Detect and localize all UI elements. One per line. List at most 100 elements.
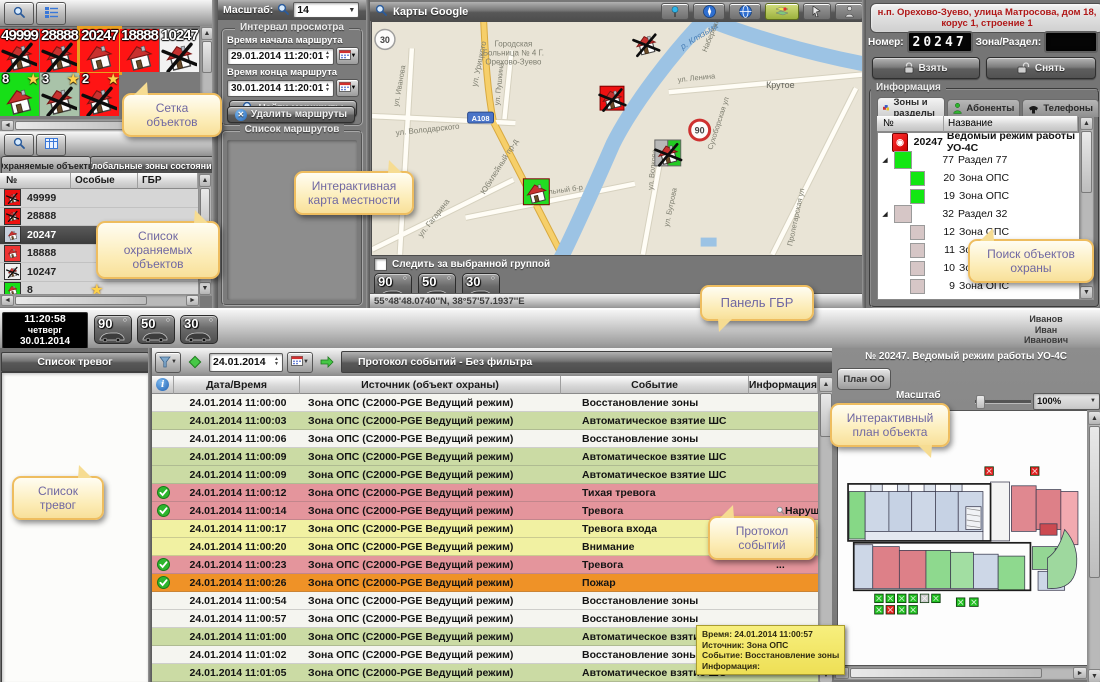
tab-subscribers[interactable]: Абоненты: [947, 99, 1020, 117]
object-tile[interactable]: 3★: [40, 73, 79, 116]
gbr-radius-button[interactable]: 30○: [180, 315, 218, 344]
zone-tree-row[interactable]: 20Зона ОПС: [878, 169, 1079, 187]
interactive-map[interactable]: A108ГородскаяБольница № 4 Г.Орехово-Зуев…: [372, 22, 862, 255]
plan-room[interactable]: [849, 492, 865, 540]
routes-list[interactable]: [227, 140, 357, 300]
protocol-row[interactable]: 24.01.2014 11:00:12Зона ОПС (C2000-PGE В…: [152, 484, 818, 502]
plan-zone-marker[interactable]: [897, 606, 906, 615]
plan-horizontal-scrollbar[interactable]: ◄►: [834, 666, 1088, 680]
object-tile[interactable]: 20247: [80, 29, 119, 72]
tab-phones[interactable]: Телефоны: [1022, 99, 1099, 117]
object-tile[interactable]: 18888: [120, 29, 159, 72]
plan-room[interactable]: [865, 531, 983, 541]
tab-plan-oo[interactable]: План ОО: [837, 368, 891, 390]
list-table-button[interactable]: [36, 134, 66, 156]
grid-search-button[interactable]: [4, 2, 34, 25]
plan-room[interactable]: [973, 554, 998, 588]
grid-view-button[interactable]: [36, 2, 66, 25]
protocol-row[interactable]: 24.01.2014 11:00:00Зона ОПС (C2000-PGE В…: [152, 394, 818, 412]
object-tile[interactable]: 8★: [0, 73, 39, 116]
map-object-marker[interactable]: [523, 179, 549, 205]
object-tile[interactable]: 28888: [40, 29, 79, 72]
plan-zone-marker[interactable]: [932, 594, 941, 603]
plan-room[interactable]: [865, 492, 889, 532]
gbr-radius-button[interactable]: 50○: [137, 315, 175, 344]
prev-events-button[interactable]: [185, 353, 205, 372]
plan-room[interactable]: [1011, 486, 1036, 532]
column-gbr[interactable]: ГБР: [138, 173, 198, 189]
plan-room[interactable]: [871, 484, 882, 492]
floor-plan-view[interactable]: [837, 410, 1088, 666]
plan-room[interactable]: [926, 550, 951, 588]
zone-tree-row[interactable]: ◉20247Ведомый режим работы УО-4С: [878, 133, 1079, 151]
alarm-list[interactable]: [1, 372, 149, 682]
map-pin-button[interactable]: [661, 3, 689, 20]
plan-room[interactable]: [951, 484, 962, 492]
plan-zone-marker[interactable]: [920, 594, 929, 603]
map-search-icon[interactable]: [375, 4, 387, 19]
object-tile[interactable]: 10247: [160, 29, 199, 72]
slider-thumb[interactable]: [976, 395, 985, 409]
protocol-row[interactable]: 24.01.2014 11:00:26Зона ОПС (C2000-PGE В…: [152, 574, 818, 592]
tree-expander[interactable]: ◢: [880, 156, 890, 164]
protocol-row[interactable]: 24.01.2014 11:00:06Зона ОПС (C2000-PGE В…: [152, 430, 818, 448]
plan-scale-select[interactable]: 100%▼: [1033, 393, 1100, 410]
protocol-row[interactable]: 24.01.2014 11:00:09Зона ОПС (C2000-PGE В…: [152, 466, 818, 484]
plan-room[interactable]: [912, 492, 936, 532]
objects-horizontal-scrollbar[interactable]: ◄►: [0, 294, 200, 307]
plan-room[interactable]: [1040, 524, 1057, 535]
protocol-calendar-button[interactable]: ▼: [287, 352, 313, 373]
route-start-input[interactable]: 29.01.2014 11:20:01▲▼: [227, 48, 334, 65]
plan-zone-marker[interactable]: [886, 594, 895, 603]
column-tree-name[interactable]: Название: [944, 116, 1078, 132]
disarm-button[interactable]: Снять: [986, 57, 1096, 79]
plan-zone-marker[interactable]: [909, 594, 918, 603]
map-layers-button[interactable]: [765, 3, 799, 20]
plan-zone-marker[interactable]: [909, 606, 918, 615]
map-globe-button[interactable]: [729, 3, 761, 20]
object-list-row[interactable]: 8★: [0, 282, 198, 295]
gbr-radius-button[interactable]: 90○: [94, 315, 132, 344]
column-source[interactable]: Источник (объект охраны): [300, 376, 561, 394]
plan-zone-marker[interactable]: [970, 598, 979, 607]
plan-room[interactable]: [991, 482, 1010, 541]
column-number[interactable]: №: [0, 173, 71, 189]
plan-zone-marker[interactable]: [886, 606, 895, 615]
map-scale-select[interactable]: 14▼: [293, 2, 359, 18]
follow-group-checkbox[interactable]: [374, 258, 387, 271]
plan-zone-marker[interactable]: [897, 594, 906, 603]
protocol-row[interactable]: 24.01.2014 11:00:03Зона ОПС (C2000-PGE В…: [152, 412, 818, 430]
plan-room[interactable]: [854, 545, 873, 589]
column-tree-num[interactable]: №: [877, 116, 944, 132]
plan-zone-marker[interactable]: [875, 606, 884, 615]
plan-zone-marker[interactable]: [1030, 467, 1039, 476]
column-event[interactable]: Событие: [561, 376, 749, 394]
protocol-date-input[interactable]: 24.01.2014▲▼: [209, 353, 283, 372]
zone-tree-row[interactable]: ◢32Раздел 32: [878, 205, 1079, 223]
protocol-row[interactable]: 24.01.2014 11:00:54Зона ОПС (C2000-PGE В…: [152, 592, 818, 610]
list-search-button[interactable]: [4, 134, 34, 156]
column-info[interactable]: Информация: [749, 376, 818, 394]
next-events-button[interactable]: [317, 353, 337, 372]
map-person-button[interactable]: [835, 3, 863, 20]
filter-button[interactable]: ▼: [155, 352, 181, 373]
plan-room[interactable]: [951, 552, 974, 588]
plan-room[interactable]: [897, 484, 908, 492]
column-special[interactable]: Особые: [71, 173, 138, 189]
map-object-marker[interactable]: [599, 86, 625, 110]
map-compass-button[interactable]: [693, 3, 725, 20]
object-list-row[interactable]: 49999: [0, 189, 198, 208]
map-object-marker[interactable]: 30: [375, 29, 395, 49]
arm-button[interactable]: Взять: [872, 57, 980, 79]
delete-routes-button[interactable]: ✕Удалить маршруты: [227, 106, 355, 123]
zone-tree-row[interactable]: 19Зона ОПС: [878, 187, 1079, 205]
map-object-marker[interactable]: [655, 140, 681, 166]
tree-expander[interactable]: ◢: [880, 210, 890, 218]
plan-room[interactable]: [935, 492, 958, 532]
column-info-icon[interactable]: i: [152, 376, 174, 394]
route-start-calendar-button[interactable]: ▼: [336, 47, 359, 65]
tab-zones-partitions[interactable]: Зоны и разделы: [877, 97, 945, 117]
column-datetime[interactable]: Дата/Время: [174, 376, 299, 394]
plan-zone-marker[interactable]: [985, 467, 994, 476]
object-tile[interactable]: 2★: [80, 73, 119, 116]
